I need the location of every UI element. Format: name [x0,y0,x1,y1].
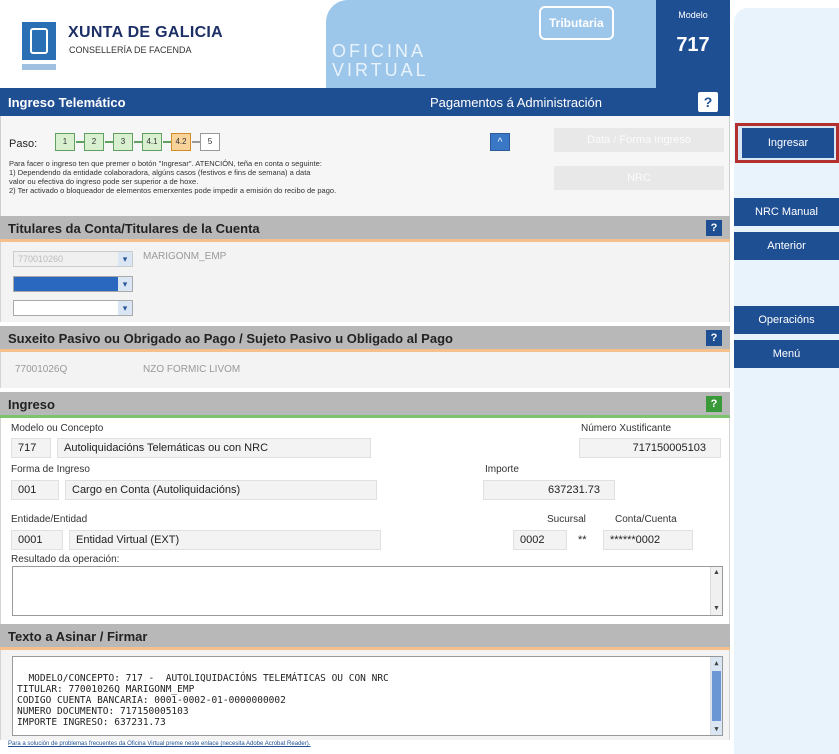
chevron-down-icon: ▾ [118,301,132,315]
firmar-title: Texto a Asinar / Firmar [8,629,148,644]
step-4-1: 4.1 [142,133,162,151]
resultado-label: Resultado da operación: [11,554,120,565]
forma-desc: Cargo en Conta (Autoliquidacións) [65,480,377,500]
resultado-textarea[interactable]: ▲ ▼ [12,566,723,616]
nrc-manual-button[interactable]: NRC Manual [734,198,839,226]
suxeito-name: NZO FORMIC LIVOM [143,364,241,375]
firmar-header: Texto a Asinar / Firmar [0,624,730,650]
step-connector [134,141,142,143]
dc-value: ** [571,530,599,550]
modelo-concepto-label: Modelo ou Concepto [11,423,104,434]
scroll-down-icon[interactable]: ▼ [711,723,722,735]
chevron-down-icon: ▾ [118,252,132,266]
titulares-title: Titulares da Conta/Titulares de la Cuent… [8,221,260,236]
modelo-code: 717 [11,438,51,458]
menu-button[interactable]: Menú [734,340,839,368]
org-name: XUNTA DE GALICIA [68,24,224,41]
step-connector [105,141,113,143]
entidade-code: 0001 [11,530,63,550]
ingreso-title: Ingreso [8,397,55,412]
step-connector [192,141,200,143]
step-connector [163,141,171,143]
page-header: XUNTA DE GALICIA CONSELLERÍA DE FACENDA … [0,0,730,88]
step-5: 5 [200,133,220,151]
modelo-desc: Autoliquidacións Telemáticas ou con NRC [57,438,371,458]
office-title-line1: OFICINA [332,41,427,61]
chevron-down-icon: ▾ [118,277,132,291]
right-sidebar [734,8,839,754]
help-link[interactable]: Para a solución de problemas frecuentes … [8,741,310,747]
steps-label: Paso: [9,138,38,150]
titular-name: MARIGONM_EMP [143,251,227,262]
help-icon[interactable]: ? [706,330,722,346]
step-2: 2 [84,133,104,151]
collapse-button[interactable]: ^ [490,133,510,151]
sucursal-value: 0002 [513,530,567,550]
texto-firmar: MODELO/CONCEPTO: 717 - AUTOLIQUIDACIÓNS … [17,673,389,728]
operacions-button[interactable]: Operacións [734,306,839,334]
scroll-up-icon[interactable]: ▲ [711,567,722,579]
conta-label: Conta/Cuenta [615,514,677,525]
scrollbar[interactable]: ▲ ▼ [710,567,722,615]
titulares-header: Titulares da Conta/Titulares de la Cuent… [0,216,730,242]
org-subtitle: CONSELLERÍA DE FACENDA [69,45,192,55]
section-title: Pagamentos á Administración [430,95,602,110]
step-label-date: Data / Forma Ingreso [554,128,724,152]
title-bar: Ingreso Telemático Pagamentos á Administ… [0,88,730,116]
modelo-number: 717 [676,34,710,56]
titular-select-3[interactable]: ▾ [13,300,133,316]
scrollbar[interactable]: ▲ ▼ [710,657,722,735]
suxeito-header: Suxeito Pasivo ou Obrigado ao Pago / Suj… [0,326,730,352]
sucursal-label: Sucursal [547,514,586,525]
step-connector [76,141,84,143]
brand-area: XUNTA DE GALICIA CONSELLERÍA DE FACENDA [0,0,326,88]
ingresar-button[interactable]: Ingresar [742,128,834,158]
texto-firmar-textarea[interactable]: MODELO/CONCEPTO: 717 - AUTOLIQUIDACIÓNS … [12,656,723,736]
scroll-up-icon[interactable]: ▲ [711,657,722,669]
numero-xustificante: 717150005103 [579,438,721,458]
forma-code: 001 [11,480,59,500]
step-3: 3 [113,133,133,151]
help-icon[interactable]: ? [698,92,718,112]
titular-select-2[interactable]: ▾ [13,276,133,292]
titular-select-1[interactable]: 770010260 ▾ [13,251,133,267]
page-title: Ingreso Telemático [8,95,126,110]
logo-underline [22,64,56,70]
numero-xustificante-label: Número Xustificante [581,423,672,434]
suxeito-body: 77001026Q NZO FORMIC LIVOM [0,352,730,388]
modelo-label: Modelo [678,10,708,20]
suxeito-id: 77001026Q [15,364,68,375]
titular-id: 770010260 [18,254,64,264]
entidade-label: Entidade/Entidad [11,514,88,525]
info-text: Para facer o ingreso ten que premer o bo… [9,159,337,195]
anterior-button[interactable]: Anterior [734,232,839,260]
office-title-line2: VIRTUAL [332,60,429,80]
importe-value: 637231.73 [483,480,615,500]
ingreso-header: Ingreso ? [0,392,730,418]
forma-ingreso-label: Forma de Ingreso [11,464,90,475]
importe-label: Importe [485,464,519,475]
step-4-2-current: 4.2 [171,133,191,151]
entidade-desc: Entidad Virtual (EXT) [69,530,381,550]
conta-value: ******0002 [603,530,693,550]
scroll-thumb[interactable] [712,671,721,721]
help-icon[interactable]: ? [706,396,722,412]
steps-panel: Paso: 1 2 3 4.1 4.2 5 ^ Para facer o ing… [0,116,730,216]
suxeito-title: Suxeito Pasivo ou Obrigado ao Pago / Suj… [8,331,453,346]
help-icon[interactable]: ? [706,220,722,236]
scroll-down-icon[interactable]: ▼ [711,603,722,615]
titulares-body: 770010260 ▾ MARIGONM_EMP ▾ ▾ [0,242,730,322]
step-label-nrc: NRC [554,166,724,190]
modelo-box: Modelo 717 [656,0,730,88]
tributaria-badge: Tributaria [539,6,614,40]
step-1: 1 [55,133,75,151]
xunta-logo [22,22,56,60]
